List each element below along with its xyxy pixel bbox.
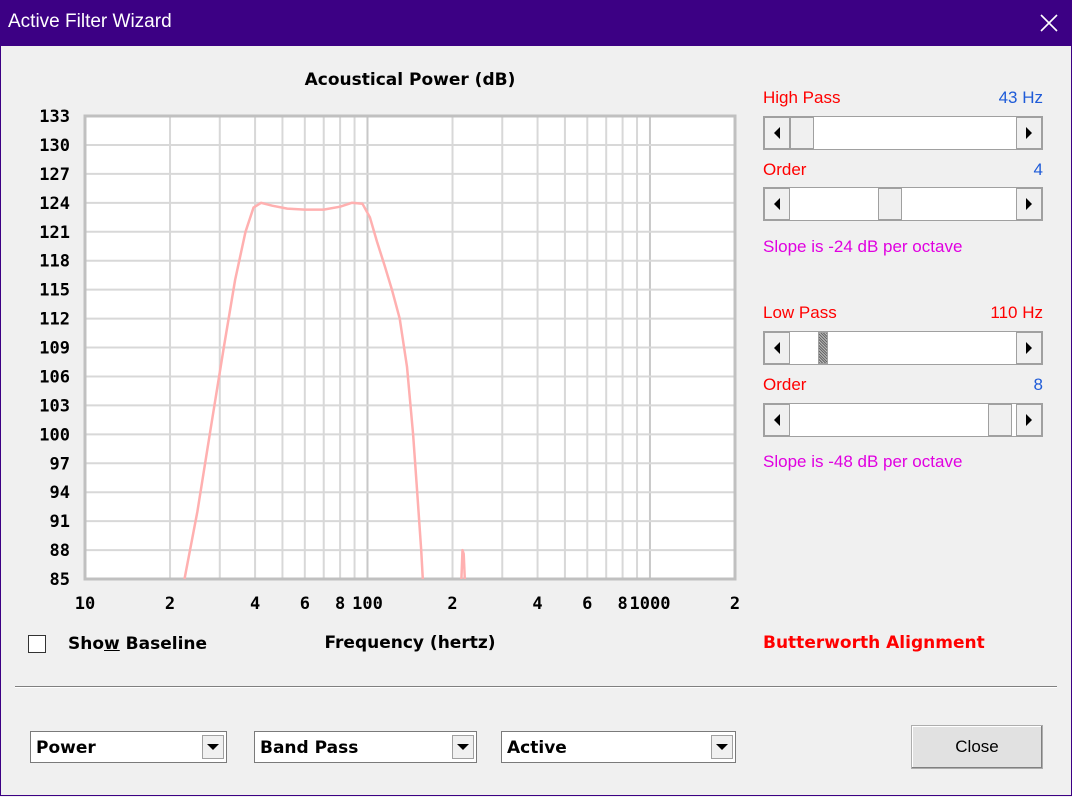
plot-type-value: Power: [36, 738, 96, 758]
y-tick-label: 106: [39, 367, 70, 387]
y-tick-label: 100: [39, 425, 70, 445]
y-tick-label: 115: [39, 281, 70, 301]
mode-value: Active: [507, 738, 567, 758]
x-axis-label: Frequency (hertz): [324, 633, 496, 653]
x-tick-label: 2: [447, 594, 457, 614]
hp-order-thumb[interactable]: [878, 188, 902, 220]
hp-slope-text: Slope is -24 dB per octave: [763, 237, 963, 256]
show-baseline-checkbox-row[interactable]: Show Baseline: [28, 634, 207, 654]
arrow-left-icon: [774, 198, 780, 210]
y-tick-label: 112: [39, 310, 70, 330]
x-tick-label: 1000: [629, 594, 670, 614]
high-pass-value: 43 Hz: [998, 88, 1043, 107]
y-tick-label: 97: [50, 454, 70, 474]
arrow-right-icon: [1026, 198, 1032, 210]
x-tick-label: 100: [352, 594, 383, 614]
y-tick-label: 88: [50, 541, 70, 561]
x-tick-label: 4: [250, 594, 260, 614]
plot-type-select[interactable]: Power: [30, 731, 227, 763]
x-tick-label: 8: [335, 594, 345, 614]
arrow-right-icon: [1026, 342, 1032, 354]
alignment-label: Butterworth Alignment: [763, 633, 985, 653]
divider: [15, 686, 1057, 688]
chevron-down-icon: [457, 744, 469, 750]
arrow-right-icon: [1026, 127, 1032, 139]
arrow-left-icon: [774, 342, 780, 354]
y-tick-label: 85: [50, 570, 70, 590]
y-tick-label: 133: [39, 107, 70, 127]
y-tick-label: 94: [50, 483, 70, 503]
y-tick-label: 127: [39, 165, 70, 185]
arrow-left-icon: [774, 127, 780, 139]
y-tick-label: 124: [39, 194, 70, 214]
x-tick-label: 6: [300, 594, 310, 614]
mode-dropdown-button[interactable]: [711, 735, 733, 759]
show-baseline-label: Show Baseline: [68, 634, 208, 654]
high-pass-thumb[interactable]: [790, 117, 814, 149]
y-tick-label: 103: [39, 396, 70, 416]
x-tick-label: 4: [532, 594, 542, 614]
plot-type-dropdown-button[interactable]: [202, 735, 224, 759]
lp-order-decrease-button[interactable]: [764, 404, 790, 436]
y-tick-label: 130: [39, 136, 70, 156]
x-tick-label: 6: [582, 594, 592, 614]
hp-order-label: Order: [763, 160, 807, 179]
x-tick-label: 2: [165, 594, 175, 614]
chevron-down-icon: [207, 744, 219, 750]
x-tick-label: 10: [75, 594, 95, 614]
low-pass-thumb[interactable]: [818, 332, 828, 364]
low-pass-increase-button[interactable]: [1016, 332, 1042, 364]
arrow-right-icon: [1026, 414, 1032, 426]
x-tick-label: 8: [617, 594, 627, 614]
high-pass-label: High Pass: [763, 88, 841, 107]
y-tick-label: 109: [39, 339, 70, 359]
lp-order-increase-button[interactable]: [1016, 404, 1042, 436]
y-tick-label: 121: [39, 223, 70, 243]
low-pass-value: 110 Hz: [990, 303, 1043, 322]
low-pass-label: Low Pass: [763, 303, 837, 322]
hp-order-decrease-button[interactable]: [764, 188, 790, 220]
chevron-down-icon: [716, 744, 728, 750]
filter-type-dropdown-button[interactable]: [452, 735, 474, 759]
mode-select[interactable]: Active: [501, 731, 736, 763]
high-pass-decrease-button[interactable]: [764, 117, 790, 149]
y-tick-label: 91: [50, 512, 70, 532]
high-pass-increase-button[interactable]: [1016, 117, 1042, 149]
high-pass-slider[interactable]: [763, 116, 1043, 150]
show-baseline-checkbox[interactable]: [28, 635, 46, 653]
hp-order-value: 4: [1033, 160, 1043, 179]
y-tick-label: 118: [39, 252, 70, 272]
low-pass-slider[interactable]: [763, 331, 1043, 365]
lp-order-thumb[interactable]: [988, 404, 1012, 436]
arrow-left-icon: [774, 414, 780, 426]
filter-type-value: Band Pass: [260, 738, 359, 758]
close-button[interactable]: Close: [911, 725, 1043, 769]
low-pass-decrease-button[interactable]: [764, 332, 790, 364]
lp-slope-text: Slope is -48 dB per octave: [763, 452, 963, 471]
lp-order-slider[interactable]: [763, 403, 1043, 437]
hp-order-increase-button[interactable]: [1016, 188, 1042, 220]
x-tick-label: 2: [730, 594, 740, 614]
filter-type-select[interactable]: Band Pass: [254, 731, 477, 763]
lp-order-value: 8: [1033, 375, 1043, 394]
lp-order-label: Order: [763, 375, 807, 394]
hp-order-slider[interactable]: [763, 187, 1043, 221]
